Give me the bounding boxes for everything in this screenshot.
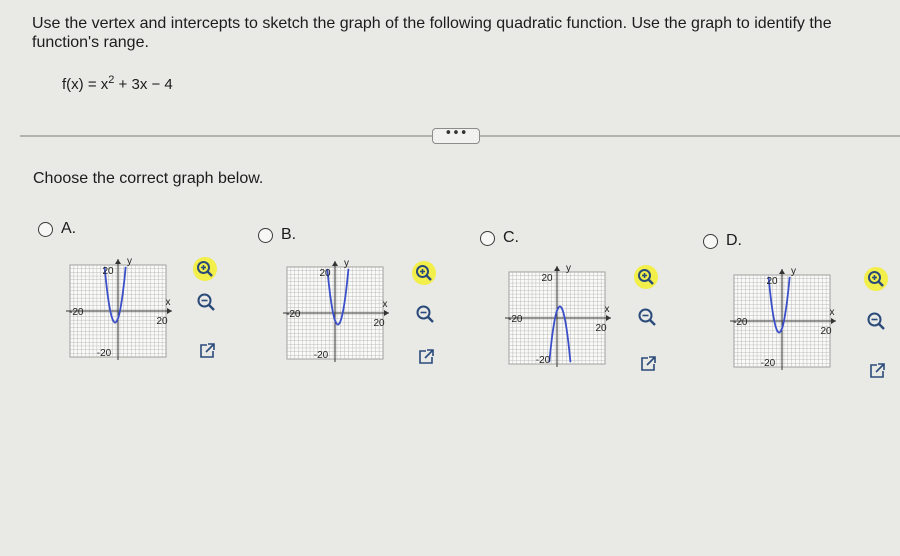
y-axis-arrow: [332, 261, 338, 266]
option-a-choice[interactable]: A.: [38, 220, 76, 238]
option-c-graph: 20 -20 -20 20 x y: [505, 263, 611, 367]
option-d-popout-button[interactable]: [868, 362, 888, 382]
option-d-label: D.: [726, 232, 742, 249]
x-axis-arrow: [831, 318, 836, 324]
function-lhs: f(x) = x: [62, 76, 109, 93]
zoom-out-icon: [197, 293, 215, 311]
option-a-label: A.: [61, 220, 77, 237]
x-axis-arrow: [606, 315, 611, 321]
option-d-zoom-in-button[interactable]: [864, 267, 888, 291]
tick-label-top: 20: [766, 276, 778, 287]
x-axis-arrow: [167, 308, 172, 314]
option-c-popout-button[interactable]: [639, 355, 659, 375]
option-a-graph: 20 -20 -20 20 x y: [66, 256, 172, 360]
x-axis-label: x: [383, 299, 388, 310]
y-axis-label: y: [127, 256, 132, 267]
zoom-in-icon: [412, 261, 436, 285]
option-a-zoom-out-button[interactable]: [196, 292, 216, 312]
option-c-choice[interactable]: C.: [480, 229, 519, 247]
x-axis-arrow: [384, 310, 389, 316]
tick-label-bottom: -20: [536, 355, 551, 366]
tick-label-top: 20: [319, 268, 331, 279]
option-c-label: C.: [503, 229, 519, 246]
tick-label-left: -20: [508, 314, 523, 325]
x-axis-label: x: [830, 307, 835, 318]
zoom-in-icon: [634, 265, 658, 289]
popout-icon: [870, 363, 885, 378]
y-axis-arrow: [115, 259, 121, 264]
zoom-out-icon: [638, 308, 656, 326]
question-text: Use the vertex and intercepts to sketch …: [32, 15, 832, 51]
y-axis-arrow: [554, 266, 560, 271]
choose-prompt: Choose the correct graph below.: [33, 170, 264, 187]
tick-label-bottom: -20: [97, 348, 112, 359]
expand-more-button[interactable]: •••: [432, 127, 480, 144]
tick-label-right: 20: [156, 316, 168, 327]
option-d-graph: 20 -20 -20 20 x y: [730, 266, 836, 370]
function-rhs: + 3x − 4: [114, 76, 173, 93]
option-b-graph: 20 -20 -20 20 x y: [283, 258, 389, 362]
function-expression: f(x) = x2 + 3x − 4: [62, 74, 173, 93]
x-axis-label: x: [166, 297, 171, 308]
tick-label-right: 20: [373, 318, 385, 329]
y-axis-arrow: [779, 269, 785, 274]
option-d-zoom-out-button[interactable]: [866, 311, 886, 331]
option-a-zoom-in-button[interactable]: [193, 257, 217, 281]
tick-label-bottom: -20: [761, 358, 776, 369]
tick-label-right: 20: [820, 326, 832, 337]
option-a-popout-button[interactable]: [198, 342, 218, 362]
option-b-radio[interactable]: [258, 227, 273, 243]
popout-icon: [641, 356, 656, 371]
tick-label-right: 20: [595, 323, 607, 334]
tick-label-left: -20: [69, 307, 84, 318]
option-b-zoom-in-button[interactable]: [412, 261, 436, 285]
option-d-radio[interactable]: [703, 233, 718, 249]
tick-label-bottom: -20: [314, 350, 329, 361]
option-b-zoom-out-button[interactable]: [415, 304, 435, 324]
tick-label-left: -20: [286, 309, 301, 320]
popout-icon: [200, 343, 215, 358]
zoom-out-icon: [867, 312, 885, 330]
option-b-choice[interactable]: B.: [258, 226, 296, 244]
option-b-popout-button[interactable]: [417, 348, 437, 368]
tick-label-left: -20: [733, 317, 748, 328]
option-b-label: B.: [281, 226, 297, 243]
popout-icon: [419, 349, 434, 364]
option-a-radio[interactable]: [38, 221, 53, 237]
option-c-radio[interactable]: [480, 230, 495, 246]
option-c-zoom-in-button[interactable]: [634, 265, 658, 289]
option-d-choice[interactable]: D.: [703, 232, 742, 250]
x-axis-label: x: [605, 304, 610, 315]
zoom-in-icon: [864, 267, 888, 291]
y-axis-label: y: [791, 266, 796, 277]
y-axis-label: y: [344, 258, 349, 269]
y-axis-label: y: [566, 263, 571, 274]
zoom-in-icon: [193, 257, 217, 281]
option-c-zoom-out-button[interactable]: [637, 307, 657, 327]
tick-label-top: 20: [102, 266, 114, 277]
tick-label-top: 20: [541, 273, 553, 284]
zoom-out-icon: [416, 305, 434, 323]
